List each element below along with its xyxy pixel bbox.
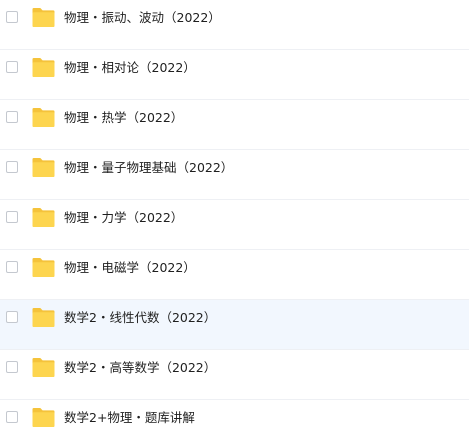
select-checkbox[interactable] bbox=[6, 61, 18, 73]
file-row[interactable]: 物理・力学（2022） bbox=[0, 200, 469, 250]
file-row[interactable]: 数学2・高等数学（2022） bbox=[0, 350, 469, 400]
file-name[interactable]: 物理・振动、波动（2022） bbox=[64, 9, 221, 27]
folder-icon[interactable] bbox=[31, 57, 56, 78]
file-name[interactable]: 数学2・线性代数（2022） bbox=[64, 309, 216, 327]
folder-icon[interactable] bbox=[31, 357, 56, 378]
file-name[interactable]: 数学2・高等数学（2022） bbox=[64, 359, 216, 377]
file-row[interactable]: 物理・量子物理基础（2022） bbox=[0, 150, 469, 200]
folder-icon[interactable] bbox=[31, 257, 56, 278]
file-row[interactable]: 物理・振动、波动（2022） bbox=[0, 0, 469, 50]
folder-icon[interactable] bbox=[31, 207, 56, 228]
select-checkbox[interactable] bbox=[6, 11, 18, 23]
select-checkbox[interactable] bbox=[6, 361, 18, 373]
folder-icon[interactable] bbox=[31, 157, 56, 178]
file-row[interactable]: 数学2+物理・题库讲解 bbox=[0, 400, 469, 446]
file-row[interactable]: 数学2・线性代数（2022） bbox=[0, 300, 469, 350]
select-checkbox[interactable] bbox=[6, 161, 18, 173]
file-row[interactable]: 物理・热学（2022） bbox=[0, 100, 469, 150]
folder-icon[interactable] bbox=[31, 407, 56, 428]
file-name[interactable]: 物理・热学（2022） bbox=[64, 109, 183, 127]
file-name[interactable]: 物理・量子物理基础（2022） bbox=[64, 159, 233, 177]
select-checkbox[interactable] bbox=[6, 211, 18, 223]
file-name[interactable]: 物理・相对论（2022） bbox=[64, 59, 196, 77]
file-name[interactable]: 物理・电磁学（2022） bbox=[64, 259, 196, 277]
folder-icon[interactable] bbox=[31, 107, 56, 128]
file-row[interactable]: 物理・相对论（2022） bbox=[0, 50, 469, 100]
file-row[interactable]: 物理・电磁学（2022） bbox=[0, 250, 469, 300]
file-name[interactable]: 物理・力学（2022） bbox=[64, 209, 183, 227]
folder-icon[interactable] bbox=[31, 307, 56, 328]
file-list: 物理・振动、波动（2022） 物理・相对论（2022） 物理・热学（2022） … bbox=[0, 0, 469, 446]
select-checkbox[interactable] bbox=[6, 111, 18, 123]
select-checkbox[interactable] bbox=[6, 411, 18, 423]
folder-icon[interactable] bbox=[31, 7, 56, 28]
file-name[interactable]: 数学2+物理・题库讲解 bbox=[64, 409, 195, 427]
select-checkbox[interactable] bbox=[6, 261, 18, 273]
select-checkbox[interactable] bbox=[6, 311, 18, 323]
